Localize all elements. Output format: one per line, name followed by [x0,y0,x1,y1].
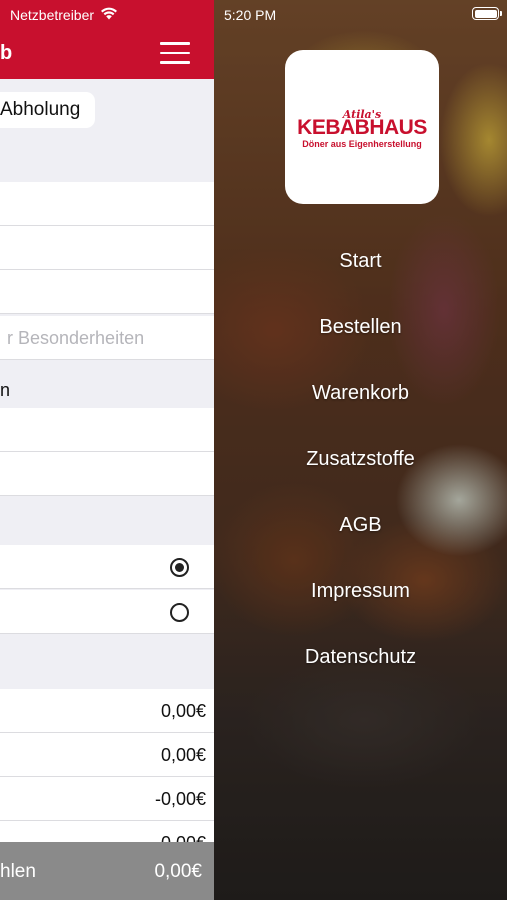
price-value: 0,00€ [160,701,206,721]
form-field-4[interactable] [0,408,214,452]
notes-field[interactable]: r Besonderheiten [0,316,214,360]
menu-item-agb[interactable]: AGB [214,514,507,537]
price-row: 0,00€ [0,689,214,733]
menu-item-datenschutz[interactable]: Datenschutz [214,646,507,669]
status-time: 5:20 PM [224,7,277,23]
menu-item-impressum[interactable]: Impressum [214,580,507,603]
form-field-2[interactable] [0,226,214,270]
nav-title: b [0,42,13,64]
price-value: -0,00€ [154,789,206,809]
radio-unselected-icon[interactable] [170,603,189,622]
checkout-label: hlen [0,861,36,882]
menu-item-start[interactable]: Start [214,250,507,273]
hamburger-menu-icon[interactable] [160,42,190,64]
restaurant-logo: Atila's KEBABHAUS Döner aus Eigenherstel… [285,50,439,204]
menu-item-warenkorb[interactable]: Warenkorb [214,382,507,405]
wifi-icon [100,7,118,23]
status-bar-right: 5:20 PM [214,0,507,30]
form-field-3[interactable] [0,270,214,314]
price-row: 0,00€ [0,733,214,777]
section-header: n [0,368,214,412]
checkout-button[interactable]: hlen 0,00€ [0,842,214,900]
price-value: 0,00€ [160,745,206,765]
payment-option-2[interactable] [0,590,214,634]
notes-placeholder: r Besonderheiten [7,328,145,348]
main-view: Netzbetreiber b Abholung r Besonderheite… [0,0,214,900]
radio-selected-icon[interactable] [170,558,189,577]
side-menu: 5:20 PM Atila's KEBABHAUS Döner aus Eige… [214,0,507,900]
carrier-label: Netzbetreiber [10,7,95,23]
form-field-5[interactable] [0,452,214,496]
battery-icon [472,7,502,20]
pickup-toggle[interactable]: Abholung [0,92,95,128]
section-label: n [0,380,11,400]
payment-option-1[interactable] [0,545,214,589]
nav-bar: b [0,30,214,79]
pickup-label: Abholung [0,99,81,120]
logo-line-3: Döner aus Eigenherstellung [302,139,422,149]
price-row: -0,00€ [0,777,214,821]
form-field-1[interactable] [0,182,214,226]
status-bar: Netzbetreiber [0,0,214,30]
menu-item-zusatzstoffe[interactable]: Zusatzstoffe [214,448,507,471]
menu-item-bestellen[interactable]: Bestellen [214,316,507,339]
logo-line-2: KEBABHAUS [297,116,427,139]
checkout-total: 0,00€ [154,861,202,882]
